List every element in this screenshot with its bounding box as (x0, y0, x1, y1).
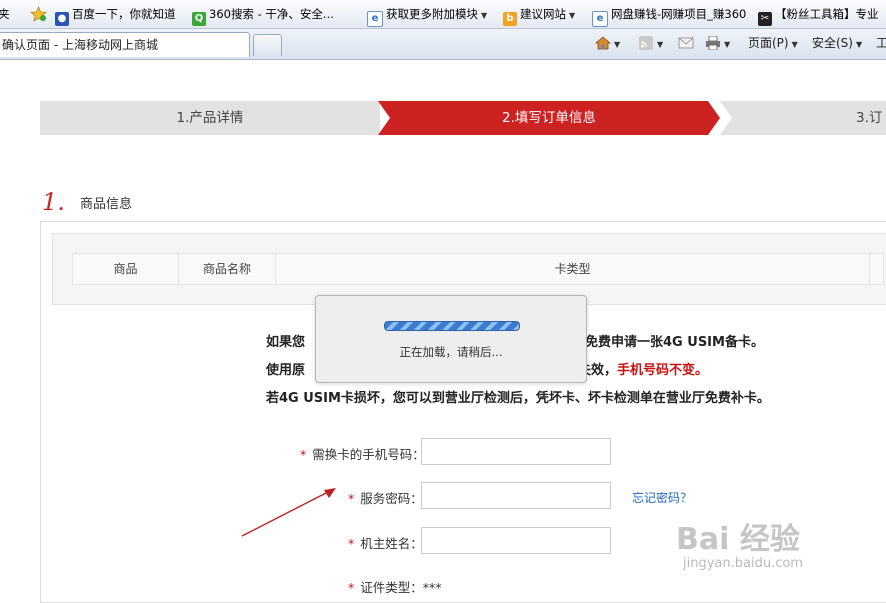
order-steps: 1.产品详情 3.订单 2.填写订单信息 (40, 101, 886, 135)
column-header-card-type: 卡类型 (276, 254, 870, 284)
mail-icon (678, 37, 694, 49)
favorites-bar: 夹 ● 百度一下，你就知道 Q 360搜索 - 干净、安全... e 获取更多附加模块… (0, 0, 886, 29)
owner-name-label: * 机主姓名： (348, 536, 423, 551)
service-password-input[interactable] (421, 482, 611, 509)
id-type-label: * 证件类型：*** (348, 580, 442, 595)
print-button[interactable]: ▼ (705, 34, 730, 52)
annotation-arrow (241, 488, 336, 537)
360-search-icon: Q (192, 12, 206, 26)
chevron-down-icon: ▼ (481, 11, 488, 20)
chevron-down-icon: ▼ (724, 40, 731, 49)
loading-text: 正在加载，请稍后... (399, 345, 503, 359)
step-product-details: 1.产品详情 (40, 101, 380, 135)
id-type-value: *** (422, 580, 442, 595)
product-table-header: 商品 商品名称 卡类型 (72, 253, 884, 285)
suggested-sites-icon: b (503, 12, 517, 26)
page-menu[interactable]: 页面(P) ▼ (748, 34, 798, 52)
chevron-down-icon: ▼ (657, 40, 664, 49)
fav-suggested-sites[interactable]: b 建议网站 ▼ (503, 6, 576, 26)
chevron-down-icon: ▼ (569, 11, 576, 20)
feeds-button[interactable]: ▼ (638, 34, 663, 52)
service-password-label: * 服务密码： (348, 491, 423, 506)
home-button[interactable]: ▼ (595, 34, 620, 52)
chevron-down-icon: ▼ (855, 40, 863, 49)
forgot-password-link[interactable]: 忘记密码？ (632, 489, 692, 506)
fav-baidu[interactable]: ● 百度一下，你就知道 (55, 6, 176, 26)
add-favorite-star-icon[interactable] (29, 5, 48, 22)
column-header-product-name: 商品名称 (179, 254, 276, 284)
ie-page-icon: e (592, 11, 608, 27)
section-number: 1. (42, 188, 65, 216)
fav-360-search[interactable]: Q 360搜索 - 干净、安全... (192, 6, 334, 26)
loading-progress-bar (384, 321, 520, 331)
info-line-3: 若4G USIM卡损坏，您可以到营业厅检测后，凭坏卡、坏卡检测单在营业厅免费补卡… (266, 391, 770, 406)
section-title: 商品信息 (80, 197, 133, 212)
rss-feed-icon (639, 36, 653, 50)
mail-button[interactable] (678, 34, 694, 52)
chevron-down-icon: ▼ (791, 40, 798, 49)
fav-addons[interactable]: e 获取更多附加模块 ▼ (367, 6, 488, 27)
safety-menu[interactable]: 安全(S) ▼ (812, 34, 862, 52)
tool-icon: ✂ (758, 12, 772, 26)
watermark-url: jingyan.baidu.com (683, 556, 803, 571)
ie-logo-icon: e (367, 11, 383, 27)
column-header-product: 商品 (73, 254, 179, 284)
favorites-label[interactable]: 夹 (0, 6, 10, 22)
baidu-paw-icon: ● (55, 12, 69, 26)
printer-icon (706, 36, 720, 50)
tab-bar: 确认页面 - 上海移动网上商城 ▼ ▼ ▼ 页面(P) ▼ 安全(S) ▼ 工 (0, 29, 886, 60)
phone-number-label: * 需换卡的手机号码： (300, 447, 425, 462)
fav-fans-toolbox[interactable]: ✂ 【粉丝工具箱】专业 (758, 6, 879, 26)
home-icon (595, 36, 611, 50)
phone-number-input[interactable] (421, 438, 611, 465)
step-order: 3.订单 (720, 101, 886, 135)
owner-name-input[interactable] (421, 527, 611, 554)
new-tab-button[interactable] (253, 34, 282, 56)
chevron-down-icon: ▼ (614, 40, 621, 49)
fav-wangpan[interactable]: e 网盘赚钱-网赚项目_赚360 (592, 6, 746, 27)
baidu-jingyan-watermark: Bai 经验 (676, 522, 800, 557)
tools-menu[interactable]: 工 (876, 34, 886, 52)
loading-dialog: 正在加载，请稍后... (315, 295, 587, 383)
step-fill-order-info: 2.填写订单信息 (378, 101, 720, 135)
tab-current-page[interactable]: 确认页面 - 上海移动网上商城 (0, 32, 250, 57)
